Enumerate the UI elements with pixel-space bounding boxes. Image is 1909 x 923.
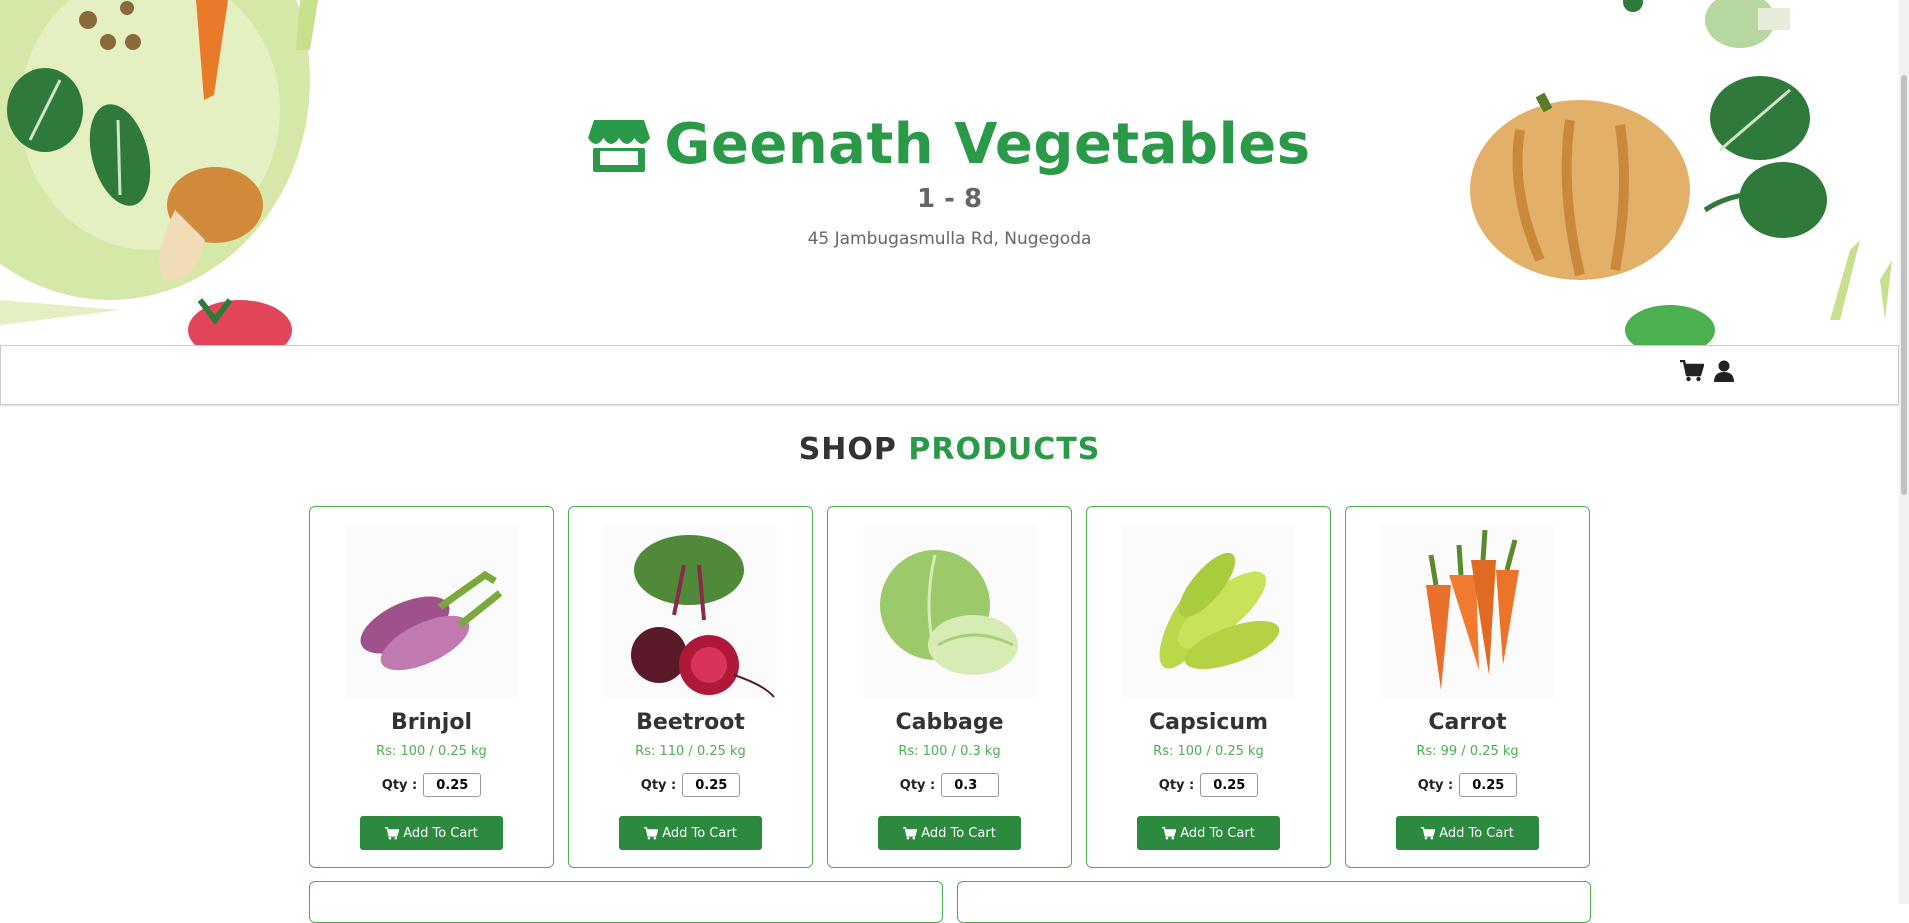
product-price: Rs: 100 / 0.3 kg bbox=[898, 744, 1001, 759]
add-to-cart-button[interactable]: Add To Cart bbox=[878, 816, 1021, 850]
qty-row: Qty : bbox=[310, 773, 553, 797]
add-to-cart-label: Add To Cart bbox=[403, 825, 478, 841]
qty-label: Qty : bbox=[640, 777, 677, 793]
qty-input[interactable] bbox=[682, 773, 741, 797]
carrot-image bbox=[1381, 525, 1554, 698]
beetroot-image bbox=[604, 525, 777, 698]
product-name: Beetroot bbox=[636, 710, 745, 735]
qty-input[interactable] bbox=[941, 773, 1000, 797]
cabbage-image bbox=[863, 525, 1036, 698]
add-to-cart-button[interactable]: Add To Cart bbox=[360, 816, 503, 850]
cart-plus-icon bbox=[644, 826, 659, 839]
product-card: Brinjol Rs: 100 / 0.25 kg Qty : Add To C… bbox=[309, 506, 554, 868]
product-card bbox=[957, 881, 1591, 923]
qty-label: Qty : bbox=[1417, 777, 1454, 793]
qty-row: Qty : bbox=[1346, 773, 1589, 797]
product-card: Beetroot Rs: 110 / 0.25 kg Qty : Add To … bbox=[568, 506, 813, 868]
store-header: Geenath Vegetables 1 - 8 45 Jambugasmull… bbox=[0, 0, 1899, 345]
add-to-cart-label: Add To Cart bbox=[662, 825, 737, 841]
add-to-cart-button[interactable]: Add To Cart bbox=[619, 816, 762, 850]
product-price: Rs: 110 / 0.25 kg bbox=[635, 744, 746, 759]
product-grid: Brinjol Rs: 100 / 0.25 kg Qty : Add To C… bbox=[309, 506, 1590, 868]
qty-input[interactable] bbox=[423, 773, 482, 797]
product-grid-row-2 bbox=[309, 881, 1591, 923]
qty-label: Qty : bbox=[899, 777, 936, 793]
scrollbar-thumb[interactable] bbox=[1901, 75, 1907, 495]
store-address: 45 Jambugasmulla Rd, Nugegoda bbox=[807, 229, 1092, 249]
add-to-cart-button[interactable]: Add To Cart bbox=[1396, 816, 1539, 850]
section-title-part1: SHOP bbox=[798, 432, 897, 467]
product-card: Carrot Rs: 99 / 0.25 kg Qty : Add To Car… bbox=[1345, 506, 1590, 868]
add-to-cart-button[interactable]: Add To Cart bbox=[1137, 816, 1280, 850]
qty-label: Qty : bbox=[1158, 777, 1195, 793]
qty-label: Qty : bbox=[381, 777, 418, 793]
qty-row: Qty : bbox=[569, 773, 812, 797]
product-name: Brinjol bbox=[390, 710, 473, 735]
user-icon[interactable] bbox=[1714, 360, 1734, 382]
product-price: Rs: 99 / 0.25 kg bbox=[1416, 744, 1519, 759]
page: Geenath Vegetables 1 - 8 45 Jambugasmull… bbox=[0, 0, 1899, 923]
add-to-cart-label: Add To Cart bbox=[1180, 825, 1255, 841]
qty-input[interactable] bbox=[1459, 773, 1518, 797]
cart-icon[interactable] bbox=[1680, 360, 1704, 382]
store-icon bbox=[588, 119, 651, 172]
store-hours: 1 - 8 bbox=[916, 184, 983, 214]
brinjal-image bbox=[345, 525, 518, 698]
product-card: Cabbage Rs: 100 / 0.3 kg Qty : Add To Ca… bbox=[827, 506, 1072, 868]
product-card bbox=[309, 881, 943, 923]
store-brand: Geenath Vegetables bbox=[0, 112, 1899, 177]
cart-plus-icon bbox=[1421, 826, 1436, 839]
add-to-cart-label: Add To Cart bbox=[921, 825, 996, 841]
capsicum-image bbox=[1122, 525, 1295, 698]
product-name: Carrot bbox=[1428, 710, 1507, 735]
qty-row: Qty : bbox=[1087, 773, 1330, 797]
section-title-part2: PRODUCTS bbox=[908, 432, 1101, 467]
cart-plus-icon bbox=[385, 826, 400, 839]
cart-plus-icon bbox=[1162, 826, 1177, 839]
qty-row: Qty : bbox=[828, 773, 1071, 797]
qty-input[interactable] bbox=[1200, 773, 1259, 797]
page-scrollbar[interactable] bbox=[1899, 0, 1909, 904]
product-name: Capsicum bbox=[1148, 710, 1268, 735]
cart-plus-icon bbox=[903, 826, 918, 839]
product-card: Capsicum Rs: 100 / 0.25 kg Qty : Add To … bbox=[1086, 506, 1331, 868]
add-to-cart-label: Add To Cart bbox=[1439, 825, 1514, 841]
product-price: Rs: 100 / 0.25 kg bbox=[376, 744, 487, 759]
product-name: Cabbage bbox=[895, 710, 1004, 735]
navbar bbox=[0, 345, 1899, 405]
store-name: Geenath Vegetables bbox=[664, 112, 1311, 177]
section-title: SHOP PRODUCTS bbox=[0, 432, 1899, 467]
product-price: Rs: 100 / 0.25 kg bbox=[1153, 744, 1264, 759]
